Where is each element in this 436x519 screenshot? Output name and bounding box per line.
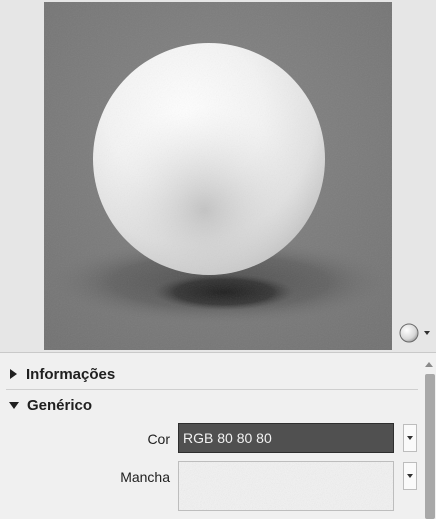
sphere-render bbox=[44, 2, 392, 350]
material-preview bbox=[44, 2, 392, 350]
texture-thumbnail bbox=[179, 462, 393, 510]
sphere-icon bbox=[399, 323, 419, 343]
scroll-thumb[interactable] bbox=[425, 374, 435, 519]
section-informacoes[interactable]: Informações bbox=[0, 360, 115, 388]
texture-field[interactable] bbox=[178, 461, 394, 511]
scrollbar[interactable] bbox=[422, 360, 436, 519]
chevron-down-icon bbox=[424, 331, 430, 335]
section-title: Genérico bbox=[27, 396, 93, 414]
chevron-down-icon bbox=[407, 436, 413, 440]
color-label: Cor bbox=[147, 431, 170, 447]
collapse-arrow-icon bbox=[9, 401, 19, 409]
section-title: Informações bbox=[26, 365, 116, 383]
separator bbox=[6, 389, 418, 390]
section-generico[interactable]: Genérico bbox=[0, 391, 92, 419]
expand-arrow-icon bbox=[10, 369, 17, 379]
color-value: RGB 80 80 80 bbox=[183, 430, 272, 446]
preview-type-button[interactable] bbox=[398, 322, 434, 344]
texture-label: Mancha bbox=[120, 469, 170, 485]
color-field[interactable]: RGB 80 80 80 bbox=[178, 423, 394, 453]
scroll-up-arrow-icon[interactable] bbox=[425, 362, 433, 367]
material-preview-area bbox=[0, 0, 436, 352]
texture-dropdown-button[interactable] bbox=[403, 462, 417, 490]
chevron-down-icon bbox=[407, 474, 413, 478]
color-dropdown-button[interactable] bbox=[403, 424, 417, 452]
